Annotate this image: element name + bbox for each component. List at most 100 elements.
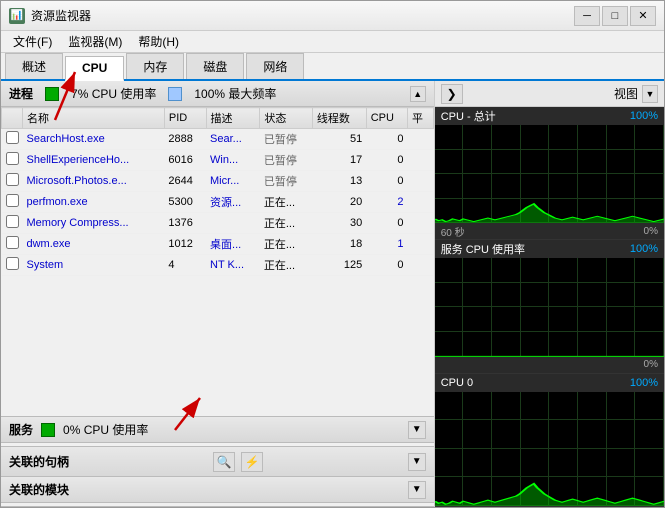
graph-bottom-bar-1: 0% xyxy=(435,357,664,373)
graph-area-0 xyxy=(435,125,664,223)
row-checkbox-cell xyxy=(2,192,23,213)
table-row[interactable]: dwm.exe 1012 桌面... 正在... 18 1 xyxy=(2,234,434,255)
cell-pid: 1012 xyxy=(164,234,206,255)
row-checkbox[interactable] xyxy=(6,257,19,270)
main-content: 进程 7% CPU 使用率 100% 最大频率 ▲ 名称 PID xyxy=(1,81,664,507)
graph-title-2: CPU 0 xyxy=(441,377,473,389)
tab-network[interactable]: 网络 xyxy=(246,53,304,79)
view-dropdown-button[interactable]: ▼ xyxy=(642,85,658,103)
tab-memory[interactable]: 内存 xyxy=(126,53,184,79)
modules-expand[interactable]: ▼ xyxy=(408,481,426,499)
handles-refresh-button[interactable]: ⚡ xyxy=(241,452,263,472)
services-cpu-indicator xyxy=(41,423,55,437)
cell-status: 正在... xyxy=(260,255,313,276)
cell-cpu: 0 xyxy=(366,129,407,150)
graph-panel-2: CPU 0100% xyxy=(435,374,664,507)
col-avg[interactable]: 平 xyxy=(408,108,434,129)
graph-title-bar-0: CPU - 总计 100% xyxy=(435,107,664,125)
row-checkbox[interactable] xyxy=(6,152,19,165)
graph-svg-1 xyxy=(435,258,664,356)
cell-pid: 6016 xyxy=(164,150,206,171)
cell-cpu: 2 xyxy=(366,192,407,213)
table-row[interactable]: Microsoft.Photos.e... 2644 Micr... 已暂停 1… xyxy=(2,171,434,192)
services-title: 服务 xyxy=(9,421,33,438)
col-cpu[interactable]: CPU xyxy=(366,108,407,129)
cell-threads: 17 xyxy=(312,150,366,171)
row-checkbox[interactable] xyxy=(6,236,19,249)
window-title: 资源监视器 xyxy=(31,7,574,24)
cell-threads: 18 xyxy=(312,234,366,255)
cell-desc: Win... xyxy=(206,150,260,171)
close-button[interactable]: ✕ xyxy=(630,6,656,26)
graph-svg-2 xyxy=(435,392,664,506)
menu-monitor[interactable]: 监视器(M) xyxy=(60,31,130,52)
menu-file[interactable]: 文件(F) xyxy=(5,31,60,52)
col-desc[interactable]: 描述 xyxy=(206,108,260,129)
row-checkbox[interactable] xyxy=(6,215,19,228)
window: 📊 资源监视器 ─ □ ✕ 文件(F) 监视器(M) 帮助(H) 概述 CPU … xyxy=(0,0,665,508)
modules-header: 关联的模块 ▼ xyxy=(1,477,434,503)
table-row[interactable]: System 4 NT K... 正在... 125 0 xyxy=(2,255,434,276)
process-scroll-up[interactable]: ▲ xyxy=(410,86,426,102)
menu-help[interactable]: 帮助(H) xyxy=(130,31,187,52)
services-expand[interactable]: ▼ xyxy=(408,421,426,439)
handles-expand[interactable]: ▼ xyxy=(408,453,426,471)
menu-bar: 文件(F) 监视器(M) 帮助(H) xyxy=(1,31,664,53)
cell-name: System xyxy=(23,255,165,276)
table-row[interactable]: SearchHost.exe 2888 Sear... 已暂停 51 0 xyxy=(2,129,434,150)
title-bar: 📊 资源监视器 ─ □ ✕ xyxy=(1,1,664,31)
graph-pct-0: 100% xyxy=(630,110,658,122)
nav-back-button[interactable]: ❯ xyxy=(441,84,463,104)
tab-disk[interactable]: 磁盘 xyxy=(186,53,244,79)
table-row[interactable]: ShellExperienceHo... 6016 Win... 已暂停 17 … xyxy=(2,150,434,171)
graph-svg-0 xyxy=(435,125,664,223)
cell-status: 已暂停 xyxy=(260,150,313,171)
cell-desc: Sear... xyxy=(206,129,260,150)
cell-status: 已暂停 xyxy=(260,129,313,150)
graph-bottom-bar-0: 60 秒0% xyxy=(435,223,664,239)
process-table-container[interactable]: 名称 PID 描述 状态 线程数 CPU 平 SearchHost.exe xyxy=(1,107,434,416)
cell-pid: 2888 xyxy=(164,129,206,150)
cell-desc: NT K... xyxy=(206,255,260,276)
cell-avg xyxy=(408,129,434,150)
modules-section: 关联的模块 ▼ xyxy=(1,477,434,507)
process-max-freq: 100% 最大频率 xyxy=(194,85,276,102)
row-checkbox[interactable] xyxy=(6,194,19,207)
handles-header: 关联的句柄 🔍 ⚡ ▼ xyxy=(1,447,434,476)
left-panel: 进程 7% CPU 使用率 100% 最大频率 ▲ 名称 PID xyxy=(1,81,435,507)
table-row[interactable]: perfmon.exe 5300 资源... 正在... 20 2 xyxy=(2,192,434,213)
graph-title-bar-2: CPU 0100% xyxy=(435,374,664,392)
graph-title-0: CPU - 总计 xyxy=(441,108,496,124)
row-checkbox-cell xyxy=(2,129,23,150)
cell-threads: 51 xyxy=(312,129,366,150)
view-label: 视图 xyxy=(614,85,638,102)
cell-threads: 20 xyxy=(312,192,366,213)
row-checkbox[interactable] xyxy=(6,131,19,144)
graph-panel-0: CPU - 总计 100% 60 秒0% xyxy=(435,107,664,240)
modules-title: 关联的模块 xyxy=(9,481,69,498)
cell-pid: 2644 xyxy=(164,171,206,192)
cell-avg xyxy=(408,234,434,255)
graph-area-2 xyxy=(435,392,664,506)
cell-threads: 30 xyxy=(312,213,366,234)
graph-time-0: 60 秒 xyxy=(441,224,465,239)
col-threads[interactable]: 线程数 xyxy=(312,108,366,129)
minimize-button[interactable]: ─ xyxy=(574,6,600,26)
process-cpu-indicator xyxy=(45,87,59,101)
handles-title: 关联的句柄 xyxy=(9,453,69,470)
graph-area-1 xyxy=(435,258,664,356)
tab-overview[interactable]: 概述 xyxy=(5,53,63,79)
cell-avg xyxy=(408,192,434,213)
col-status[interactable]: 状态 xyxy=(260,108,313,129)
maximize-button[interactable]: □ xyxy=(602,6,628,26)
handles-search-button[interactable]: 🔍 xyxy=(213,452,235,472)
col-pid[interactable]: PID xyxy=(164,108,206,129)
table-row[interactable]: Memory Compress... 1376 正在... 30 0 xyxy=(2,213,434,234)
row-checkbox[interactable] xyxy=(6,173,19,186)
cell-name: dwm.exe xyxy=(23,234,165,255)
tab-cpu[interactable]: CPU xyxy=(65,56,124,81)
col-name[interactable]: 名称 xyxy=(23,108,165,129)
cell-cpu: 0 xyxy=(366,213,407,234)
cell-avg xyxy=(408,255,434,276)
col-check xyxy=(2,108,23,129)
